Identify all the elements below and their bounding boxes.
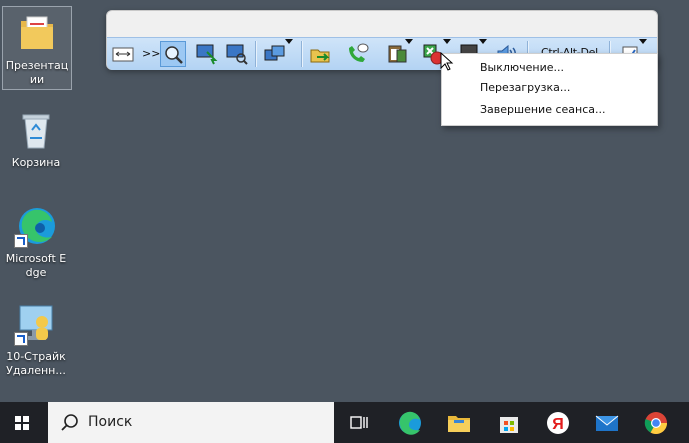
desktop-icon-label: Корзина [11, 156, 61, 169]
search-icon [61, 414, 78, 431]
desktop-icon-edge[interactable]: Microsoft Edge [2, 200, 70, 280]
edge-icon [14, 204, 58, 248]
chat-call-icon[interactable] [345, 42, 369, 66]
menu-item-shutdown[interactable]: Выключение... [480, 58, 564, 78]
remote-desktop-icon [14, 302, 58, 346]
start-button[interactable] [0, 402, 46, 443]
folder-pdf-icon [15, 11, 59, 55]
desktop-icon-label: Microsoft Edge [5, 252, 67, 279]
task-view-icon[interactable] [344, 408, 374, 438]
monitors-dropdown-arrow[interactable] [285, 39, 293, 44]
desktop-icon-label: 10-Страйк Удаленн... [6, 350, 66, 377]
recycle-bin-icon [14, 108, 58, 152]
windows-logo-icon [15, 416, 29, 430]
mail-icon[interactable] [592, 408, 622, 438]
menu-item-restart[interactable]: Перезагрузка... [480, 78, 570, 98]
chrome-icon[interactable] [641, 408, 671, 438]
lock-screen-dropdown-arrow[interactable] [479, 39, 487, 44]
clipboard-icon[interactable] [385, 42, 409, 66]
fit-screen-icon[interactable] [111, 42, 135, 66]
menu-item-logoff[interactable]: Завершение сеанса... [480, 100, 606, 120]
mouse-cursor-icon [440, 52, 454, 71]
desktop-icon-recycle-bin[interactable]: Корзина [2, 104, 70, 170]
screen-zoom-icon[interactable] [225, 42, 249, 66]
power-menu: Выключение... Перезагрузка... Завершение… [441, 53, 658, 126]
edge-icon[interactable] [395, 408, 425, 438]
screen-select-icon[interactable] [195, 42, 219, 66]
search-placeholder: Поиск [88, 414, 133, 430]
zoom-icon[interactable] [160, 41, 186, 67]
settings-dropdown-arrow[interactable] [639, 39, 647, 44]
file-transfer-icon[interactable] [309, 42, 333, 66]
yandex-icon[interactable]: Я [543, 408, 573, 438]
shortcut-arrow-icon [14, 234, 28, 248]
taskbar: Поиск Я [0, 402, 689, 443]
clipboard-dropdown-arrow[interactable] [405, 39, 413, 44]
toolbar-separator [255, 41, 257, 67]
monitors-icon[interactable] [263, 42, 287, 66]
toolbar-separator [301, 41, 303, 67]
file-explorer-icon[interactable] [444, 408, 474, 438]
shortcut-arrow-icon [14, 332, 28, 346]
toolbar-overflow[interactable]: >> [142, 47, 160, 60]
desktop-icon-presentations[interactable]: Презентации [2, 6, 72, 90]
svg-text:Я: Я [552, 416, 564, 433]
desktop-icon-label: Презентации [5, 59, 69, 86]
store-icon[interactable] [494, 408, 524, 438]
taskbar-search-box[interactable]: Поиск [48, 402, 334, 443]
power-dropdown-arrow[interactable] [443, 39, 451, 44]
desktop-icon-remote-app[interactable]: 10-Страйк Удаленн... [2, 298, 70, 378]
